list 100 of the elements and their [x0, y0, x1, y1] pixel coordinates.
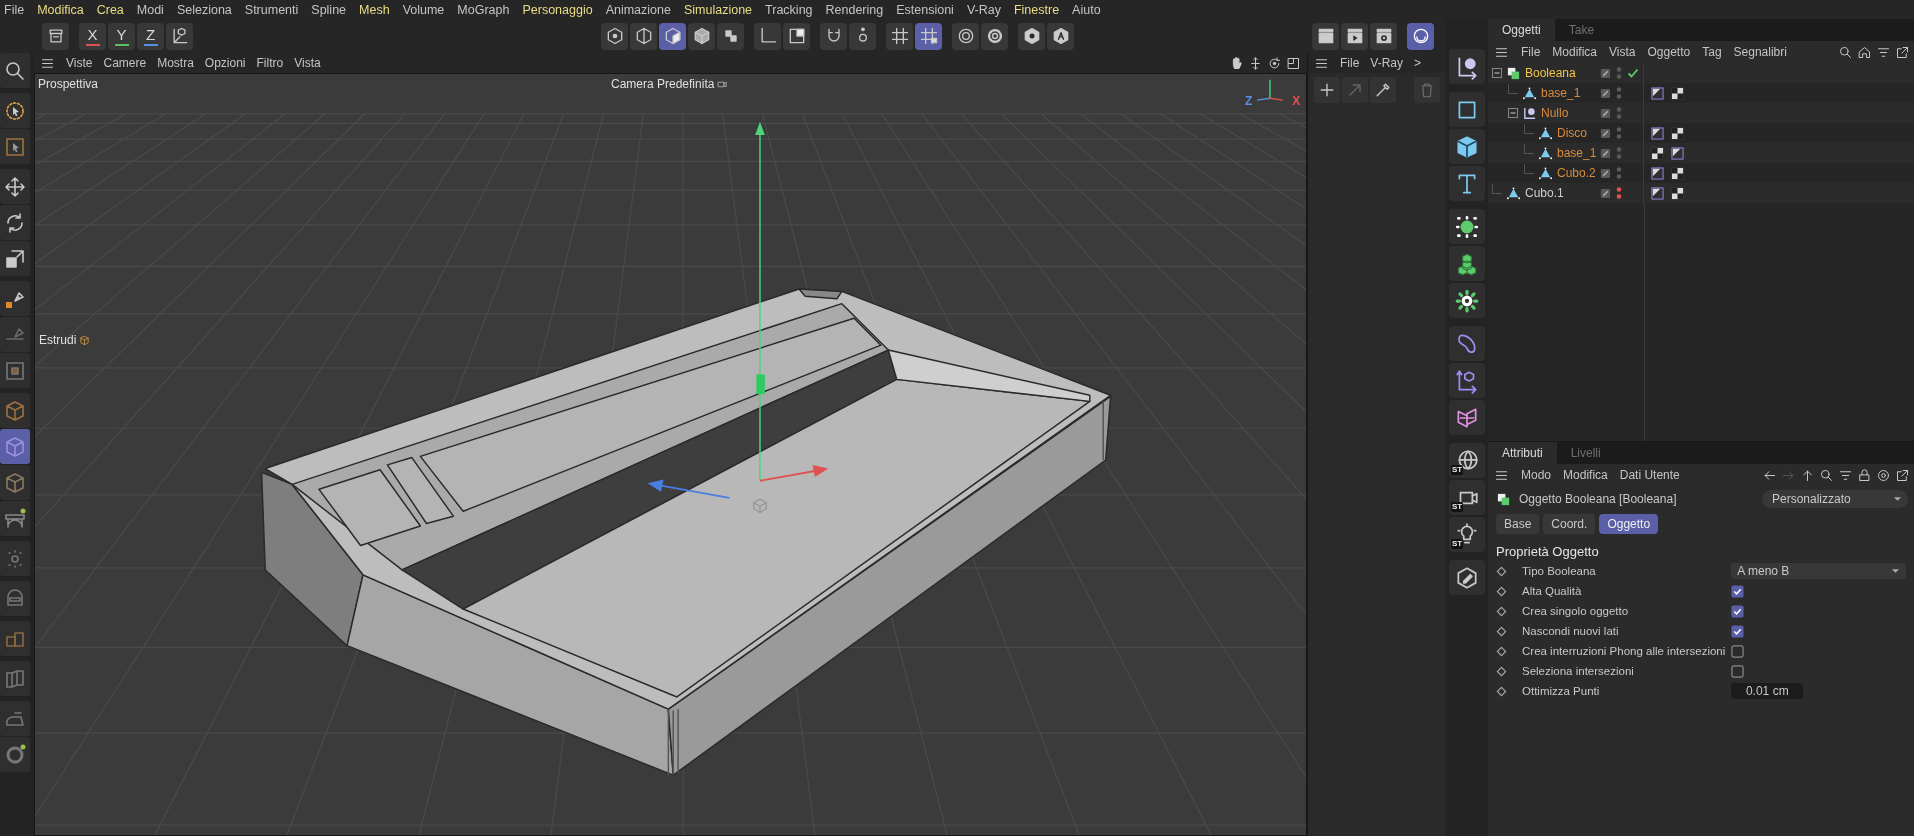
visibility-toggle[interactable] [1616, 146, 1623, 160]
half-square-button[interactable] [783, 22, 810, 50]
panel-tab[interactable]: Attributi [1488, 442, 1557, 464]
menu-item[interactable]: Crea [96, 2, 124, 17]
square-object-button[interactable] [1449, 92, 1485, 127]
hex-letter-button[interactable] [1047, 22, 1074, 50]
cube-object-button[interactable] [1449, 129, 1485, 164]
keyframe-diamond-icon[interactable] [1496, 625, 1507, 637]
menu-item[interactable]: Modo [1521, 468, 1552, 482]
search-tool-button[interactable] [0, 53, 30, 88]
menu-item[interactable]: Vista [294, 56, 321, 70]
checkbox[interactable] [1731, 624, 1745, 638]
axis-cube-object-button[interactable] [1449, 363, 1485, 398]
grid-lock-button[interactable] [915, 22, 942, 50]
cube-open-tool-button[interactable] [0, 393, 30, 428]
orb-button[interactable] [1407, 22, 1434, 50]
viewport-3d[interactable]: Prospettiva Camera Predefinita Z X Estrudi [34, 73, 1307, 836]
phong-tag-icon[interactable] [1651, 86, 1664, 100]
sphere-dots-object-button[interactable] [1449, 209, 1485, 244]
menu-item[interactable]: Personaggio [522, 2, 593, 17]
menu-item[interactable]: > [1414, 56, 1422, 70]
edit-toggle-icon[interactable] [1600, 187, 1611, 199]
bridge-tool-button[interactable] [0, 501, 30, 536]
object-name[interactable]: Cubo.1 [1525, 186, 1564, 200]
lock-icon[interactable] [1857, 467, 1872, 483]
menu-item[interactable]: File [4, 2, 25, 17]
phong-tag-icon[interactable] [1651, 166, 1664, 180]
menu-item[interactable]: V-Ray [1370, 56, 1404, 70]
menu-item[interactable]: Modifica [1563, 468, 1608, 482]
expand-icon[interactable] [1895, 467, 1910, 483]
menu-item[interactable]: Modifica [1552, 45, 1598, 59]
menu-item[interactable]: Rendering [825, 2, 884, 17]
keyframe-diamond-icon[interactable] [1496, 605, 1507, 617]
keyframe-diamond-icon[interactable] [1496, 585, 1507, 597]
menu-item[interactable]: Vista [1609, 45, 1636, 59]
books-tool-button[interactable] [0, 661, 30, 696]
edit-hex-object-button[interactable] [1449, 560, 1485, 595]
keyframe-diamond-icon[interactable] [1496, 685, 1507, 697]
enabled-check-icon[interactable] [1627, 67, 1639, 79]
bean-object-button[interactable] [1449, 326, 1485, 361]
move-tool-button[interactable] [0, 169, 30, 204]
collapse-toggle[interactable] [1492, 68, 1502, 78]
polygon-mode-button[interactable] [659, 22, 686, 50]
select-circle-tool-button[interactable] [0, 93, 30, 128]
ring-tool-button[interactable] [0, 737, 30, 772]
menu-item[interactable]: Mesh [359, 2, 390, 17]
material-tag-icon[interactable] [1671, 86, 1684, 100]
layout-icon[interactable] [1286, 55, 1301, 71]
object-name[interactable]: Booleana [1525, 66, 1576, 80]
visibility-toggle[interactable] [1616, 66, 1622, 80]
null-object-object-button[interactable] [1449, 49, 1485, 84]
camera-name[interactable]: Camera Predefinita [611, 77, 715, 91]
edit-toggle-icon[interactable] [1600, 147, 1612, 159]
axis-lock-button[interactable]: Y [108, 22, 135, 50]
axis-box-button[interactable] [166, 22, 193, 50]
edit-toggle-icon[interactable] [1600, 127, 1611, 139]
material-tag-icon[interactable] [1671, 126, 1684, 140]
edit-toggle-icon[interactable] [1600, 87, 1611, 99]
object-name[interactable]: Disco [1557, 126, 1587, 140]
axis-lock-button[interactable]: Z [137, 22, 164, 50]
home-icon[interactable] [1857, 44, 1872, 60]
object-name[interactable]: base_1 [1557, 146, 1597, 160]
checkbox[interactable] [1731, 644, 1745, 658]
checkbox[interactable] [1731, 604, 1745, 618]
helmet-tool-button[interactable] [0, 581, 30, 616]
view-name[interactable]: Prospettiva [38, 77, 99, 91]
collapse-toggle[interactable] [1508, 108, 1518, 118]
menu-item[interactable]: File [1340, 56, 1360, 70]
clapper-play-button[interactable] [1341, 22, 1368, 50]
menu-item[interactable]: Volume [402, 2, 445, 17]
menu-item[interactable]: Modi [136, 2, 164, 17]
clapper-button[interactable] [1312, 22, 1339, 50]
preset-dropdown[interactable]: Personalizzato [1762, 490, 1908, 508]
up-arrow-icon[interactable] [1800, 467, 1815, 483]
point-mode-button[interactable] [601, 22, 628, 50]
keyframe-diamond-icon[interactable] [1496, 645, 1507, 657]
menu-item[interactable]: Camere [103, 56, 147, 70]
visibility-toggle[interactable] [1616, 126, 1622, 140]
select-box-tool-button[interactable] [0, 129, 30, 164]
edit-toggle-icon[interactable] [1600, 167, 1611, 179]
checkbox[interactable] [1731, 664, 1745, 678]
menu-item[interactable]: Finestre [1013, 2, 1060, 17]
left-axis-arrow[interactable] [647, 479, 731, 499]
dropdown-field[interactable]: A meno B [1731, 563, 1906, 579]
keyframe-diamond-icon[interactable] [1496, 665, 1507, 677]
archive-button[interactable] [42, 22, 69, 50]
add-button[interactable] [1314, 77, 1340, 103]
object-name[interactable]: Cubo.2 [1557, 166, 1596, 180]
menu-item[interactable]: Modifica [37, 2, 84, 17]
menu-item[interactable]: Oggetto [1647, 45, 1691, 59]
visibility-toggle[interactable] [1616, 86, 1622, 100]
phong-tag-icon[interactable] [1671, 146, 1684, 160]
eyedropper-button[interactable] [1370, 77, 1396, 103]
menu-item[interactable]: Estensioni [896, 2, 954, 17]
scale-tool-button[interactable] [0, 241, 30, 276]
menu-item[interactable]: Aiuto [1072, 2, 1101, 17]
uv-mode-button[interactable] [717, 22, 744, 50]
search-icon[interactable] [1838, 44, 1853, 60]
cube-outline-tool-button[interactable] [0, 465, 30, 500]
vertical-axis-arrow[interactable] [755, 121, 765, 482]
